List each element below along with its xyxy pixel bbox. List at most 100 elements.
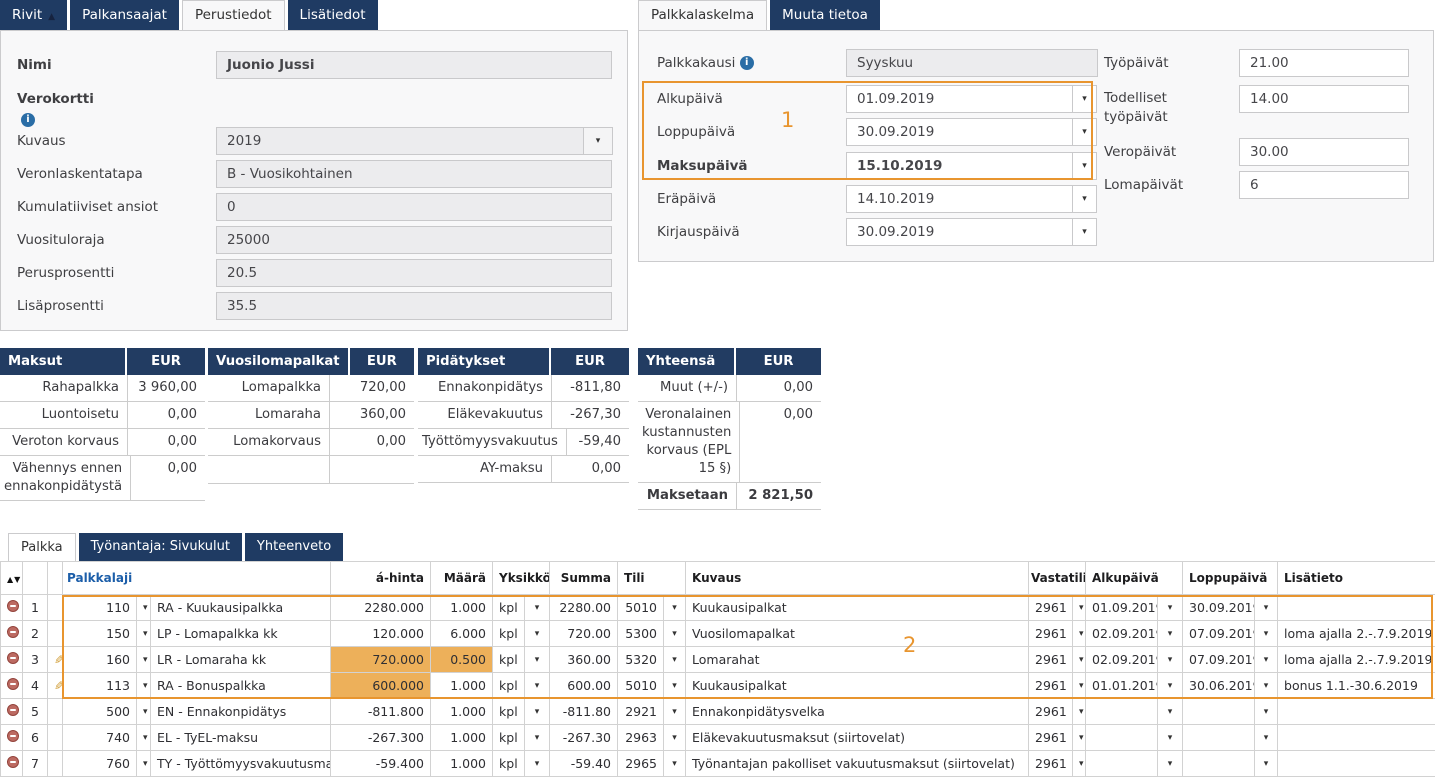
tab-palkkalaskelma[interactable]: Palkkalaskelma bbox=[638, 0, 767, 30]
end-date-dropdown[interactable]: ▾ bbox=[1255, 621, 1278, 647]
note-input[interactable]: bonus 1.1.-30.6.2019 bbox=[1278, 673, 1435, 699]
account-input[interactable]: 2921 bbox=[618, 699, 664, 725]
unit-input[interactable]: kpl bbox=[493, 673, 525, 699]
contra-account-dropdown[interactable]: ▾ bbox=[1073, 673, 1086, 699]
tab-perustiedot[interactable]: Perustiedot bbox=[182, 0, 285, 30]
palkkalaji-dropdown[interactable]: ▾ bbox=[137, 725, 151, 751]
alkupaiva-value[interactable]: 01.09.2019 bbox=[846, 85, 1073, 113]
end-date-dropdown[interactable]: ▾ bbox=[1255, 725, 1278, 751]
end-date-input[interactable] bbox=[1183, 699, 1255, 725]
end-date-dropdown[interactable]: ▾ bbox=[1255, 647, 1278, 673]
account-dropdown[interactable]: ▾ bbox=[664, 595, 686, 621]
start-date-dropdown[interactable]: ▾ bbox=[1158, 673, 1183, 699]
start-date-input[interactable]: 02.09.2019 bbox=[1086, 621, 1158, 647]
account-dropdown[interactable]: ▾ bbox=[664, 647, 686, 673]
palkkalaji-code-input[interactable]: 110 bbox=[63, 595, 137, 621]
chevron-down-icon[interactable]: ▾ bbox=[1072, 85, 1097, 113]
start-date-input[interactable] bbox=[1086, 699, 1158, 725]
palkkalaji-dropdown[interactable]: ▾ bbox=[137, 595, 151, 621]
palkkalaji-code-input[interactable]: 160 bbox=[63, 647, 137, 673]
tab-rivit[interactable]: Rivit▲ bbox=[0, 0, 67, 30]
lomapaivat-input[interactable]: 6 bbox=[1239, 171, 1409, 199]
palkkalaji-code-input[interactable]: 740 bbox=[63, 725, 137, 751]
chevron-down-icon[interactable]: ▾ bbox=[583, 127, 613, 155]
tyopaivat-input[interactable]: 21.00 bbox=[1239, 49, 1409, 77]
row-delete-button[interactable] bbox=[1, 595, 23, 621]
row-delete-button[interactable] bbox=[1, 673, 23, 699]
qty-input[interactable]: 1.000 bbox=[431, 699, 493, 725]
start-date-input[interactable]: 01.09.2019 bbox=[1086, 595, 1158, 621]
palkkalaji-code-input[interactable]: 150 bbox=[63, 621, 137, 647]
row-delete-button[interactable] bbox=[1, 647, 23, 673]
end-date-dropdown[interactable]: ▾ bbox=[1255, 751, 1278, 777]
tab-yhteenveto[interactable]: Yhteenveto bbox=[245, 533, 343, 561]
account-dropdown[interactable]: ▾ bbox=[664, 621, 686, 647]
contra-account-dropdown[interactable]: ▾ bbox=[1073, 647, 1086, 673]
end-date-dropdown[interactable]: ▾ bbox=[1255, 699, 1278, 725]
qty-input[interactable]: 1.000 bbox=[431, 725, 493, 751]
palkkalaji-dropdown[interactable]: ▾ bbox=[137, 647, 151, 673]
account-dropdown[interactable]: ▾ bbox=[664, 673, 686, 699]
qty-input[interactable]: 6.000 bbox=[431, 621, 493, 647]
start-date-dropdown[interactable]: ▾ bbox=[1158, 725, 1183, 751]
account-input[interactable]: 5010 bbox=[618, 595, 664, 621]
erapaiva-value[interactable]: 14.10.2019 bbox=[846, 185, 1073, 213]
note-input[interactable]: loma ajalla 2.-.7.9.2019 bbox=[1278, 621, 1435, 647]
unit-dropdown[interactable]: ▾ bbox=[525, 725, 550, 751]
contra-account-input[interactable]: 2961 bbox=[1029, 699, 1073, 725]
price-input[interactable]: 2280.000 bbox=[331, 595, 431, 621]
tab-palkansaajat[interactable]: Palkansaajat bbox=[70, 0, 179, 30]
qty-input[interactable]: 1.000 bbox=[431, 751, 493, 777]
account-input[interactable]: 5300 bbox=[618, 621, 664, 647]
row-delete-button[interactable] bbox=[1, 621, 23, 647]
end-date-dropdown[interactable]: ▾ bbox=[1255, 595, 1278, 621]
chevron-down-icon[interactable]: ▾ bbox=[1072, 152, 1097, 180]
end-date-input[interactable]: 30.06.2019 bbox=[1183, 673, 1255, 699]
unit-dropdown[interactable]: ▾ bbox=[525, 595, 550, 621]
unit-input[interactable]: kpl bbox=[493, 647, 525, 673]
start-date-dropdown[interactable]: ▾ bbox=[1158, 621, 1183, 647]
start-date-input[interactable]: 01.01.2019 bbox=[1086, 673, 1158, 699]
row-edit-button[interactable]: ✎ bbox=[48, 673, 63, 699]
chevron-down-icon[interactable]: ▾ bbox=[1072, 218, 1097, 246]
tab-tyonantaja-sivukulut[interactable]: Työnantaja: Sivukulut bbox=[79, 533, 242, 561]
note-input[interactable] bbox=[1278, 725, 1435, 751]
contra-account-input[interactable]: 2961 bbox=[1029, 621, 1073, 647]
palkkalaji-dropdown[interactable]: ▾ bbox=[137, 699, 151, 725]
kirjauspaiva-datepicker[interactable]: 30.09.2019 ▾ bbox=[846, 218, 1097, 246]
kuvaus-select[interactable]: 2019 ▾ bbox=[216, 127, 613, 155]
end-date-input[interactable]: 07.09.2019 bbox=[1183, 621, 1255, 647]
erapaiva-datepicker[interactable]: 14.10.2019 ▾ bbox=[846, 185, 1097, 213]
account-input[interactable]: 5010 bbox=[618, 673, 664, 699]
tab-lisatiedot[interactable]: Lisätiedot bbox=[288, 0, 378, 30]
note-input[interactable] bbox=[1278, 699, 1435, 725]
info-icon[interactable]: i bbox=[740, 56, 754, 70]
start-date-dropdown[interactable]: ▾ bbox=[1158, 699, 1183, 725]
contra-account-dropdown[interactable]: ▾ bbox=[1073, 621, 1086, 647]
col-header-palkkalaji[interactable]: Palkkalaji bbox=[63, 562, 331, 595]
qty-input[interactable]: 0.500 bbox=[431, 647, 493, 673]
todelliset-tyopaivat-input[interactable]: 14.00 bbox=[1239, 85, 1409, 113]
unit-dropdown[interactable]: ▾ bbox=[525, 673, 550, 699]
unit-input[interactable]: kpl bbox=[493, 699, 525, 725]
veropaivat-input[interactable]: 30.00 bbox=[1239, 138, 1409, 166]
row-delete-button[interactable] bbox=[1, 751, 23, 777]
account-input[interactable]: 2965 bbox=[618, 751, 664, 777]
start-date-input[interactable] bbox=[1086, 751, 1158, 777]
kirjauspaiva-value[interactable]: 30.09.2019 bbox=[846, 218, 1073, 246]
account-dropdown[interactable]: ▾ bbox=[664, 699, 686, 725]
end-date-input[interactable]: 30.09.2019 bbox=[1183, 595, 1255, 621]
contra-account-input[interactable]: 2961 bbox=[1029, 725, 1073, 751]
account-input[interactable]: 5320 bbox=[618, 647, 664, 673]
end-date-input[interactable] bbox=[1183, 725, 1255, 751]
row-delete-button[interactable] bbox=[1, 725, 23, 751]
unit-dropdown[interactable]: ▾ bbox=[525, 699, 550, 725]
qty-input[interactable]: 1.000 bbox=[431, 673, 493, 699]
chevron-down-icon[interactable]: ▾ bbox=[1072, 185, 1097, 213]
price-input[interactable]: 120.000 bbox=[331, 621, 431, 647]
row-delete-button[interactable] bbox=[1, 699, 23, 725]
tab-palkka[interactable]: Palkka bbox=[8, 533, 76, 561]
row-edit-button[interactable]: ✎ bbox=[48, 647, 63, 673]
contra-account-input[interactable]: 2961 bbox=[1029, 595, 1073, 621]
account-input[interactable]: 2963 bbox=[618, 725, 664, 751]
